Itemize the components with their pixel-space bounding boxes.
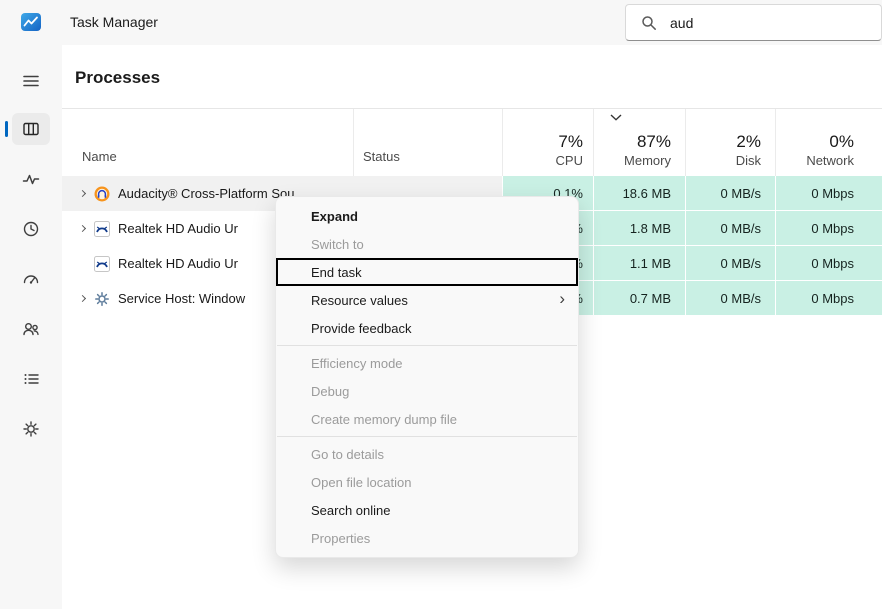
column-header-memory[interactable]: 87% Memory (593, 109, 685, 176)
process-name: Service Host: Window (118, 291, 245, 306)
menu-item-properties: Properties (276, 524, 578, 552)
column-header-name[interactable]: Name (62, 109, 353, 176)
menu-item-expand[interactable]: Expand (276, 202, 578, 230)
memory-cell: 18.6 MB (593, 176, 685, 211)
submenu-chevron-icon: › (559, 290, 565, 307)
menu-item-go-to-details: Go to details (276, 440, 578, 468)
users-icon (21, 319, 41, 339)
startup-apps-icon (21, 269, 41, 289)
process-name: Audacity® Cross-Platform Sou (118, 186, 294, 201)
network-cell: 0 Mbps (775, 176, 882, 211)
sort-chevron-down-icon (610, 114, 622, 121)
memory-cell: 1.1 MB (593, 246, 685, 281)
realtek-icon (94, 221, 110, 237)
app-history-icon (21, 219, 41, 239)
sidebar-item-startup-apps[interactable] (12, 263, 50, 295)
sidebar (0, 45, 62, 609)
processes-icon (21, 119, 41, 139)
task-manager-icon (20, 11, 42, 33)
process-name: Realtek HD Audio Ur (118, 256, 238, 271)
search-box[interactable] (625, 4, 882, 41)
disk-cell: 0 MB/s (685, 281, 775, 316)
process-name: Realtek HD Audio Ur (118, 221, 238, 236)
menu-item-end-task[interactable]: End task (276, 258, 578, 286)
titlebar: Task Manager (0, 0, 882, 45)
menu-item-debug: Debug (276, 377, 578, 405)
realtek-icon (94, 256, 110, 272)
sidebar-item-details[interactable] (12, 363, 50, 395)
table-header-row: Name Status 7% CPU 87% Memory 2% (62, 109, 882, 176)
window-title: Task Manager (70, 14, 158, 30)
sidebar-item-processes[interactable] (12, 113, 50, 145)
column-header-disk[interactable]: 2% Disk (685, 109, 775, 176)
menu-item-search-online[interactable]: Search online (276, 496, 578, 524)
hamburger-icon (21, 71, 41, 91)
search-input[interactable] (670, 15, 860, 31)
sidebar-item-app-history[interactable] (12, 213, 50, 245)
page-title: Processes (75, 68, 160, 88)
performance-icon (21, 169, 41, 189)
search-icon (641, 15, 657, 31)
memory-cell: 1.8 MB (593, 211, 685, 246)
service-host-icon (94, 291, 110, 307)
expand-chevron-icon[interactable] (80, 191, 94, 196)
disk-cell: 0 MB/s (685, 246, 775, 281)
disk-cell: 0 MB/s (685, 211, 775, 246)
disk-cell: 0 MB/s (685, 176, 775, 211)
menu-item-provide-feedback[interactable]: Provide feedback (276, 314, 578, 342)
sidebar-item-users[interactable] (12, 313, 50, 345)
services-icon (21, 419, 41, 439)
sidebar-item-services[interactable] (12, 413, 50, 445)
context-menu: Expand Switch to End task Resource value… (275, 196, 579, 558)
menu-item-create-memory-dump-file: Create memory dump file (276, 405, 578, 433)
menu-separator (277, 436, 577, 437)
details-icon (21, 369, 41, 389)
column-header-status[interactable]: Status (353, 109, 502, 176)
expand-chevron-icon[interactable] (80, 226, 94, 231)
column-header-cpu[interactable]: 7% CPU (502, 109, 593, 176)
menu-item-resource-values[interactable]: Resource values › (276, 286, 578, 314)
menu-separator (277, 345, 577, 346)
network-cell: 0 Mbps (775, 246, 882, 281)
memory-cell: 0.7 MB (593, 281, 685, 316)
menu-item-switch-to: Switch to (276, 230, 578, 258)
network-cell: 0 Mbps (775, 211, 882, 246)
network-cell: 0 Mbps (775, 281, 882, 316)
sidebar-item-performance[interactable] (12, 163, 50, 195)
audacity-icon (94, 186, 110, 202)
task-manager-window: Task Manager (0, 0, 882, 609)
expand-chevron-icon[interactable] (80, 296, 94, 301)
menu-item-efficiency-mode: Efficiency mode (276, 349, 578, 377)
column-header-network[interactable]: 0% Network (775, 109, 882, 176)
sidebar-menu-button[interactable] (12, 65, 50, 97)
menu-item-open-file-location: Open file location (276, 468, 578, 496)
